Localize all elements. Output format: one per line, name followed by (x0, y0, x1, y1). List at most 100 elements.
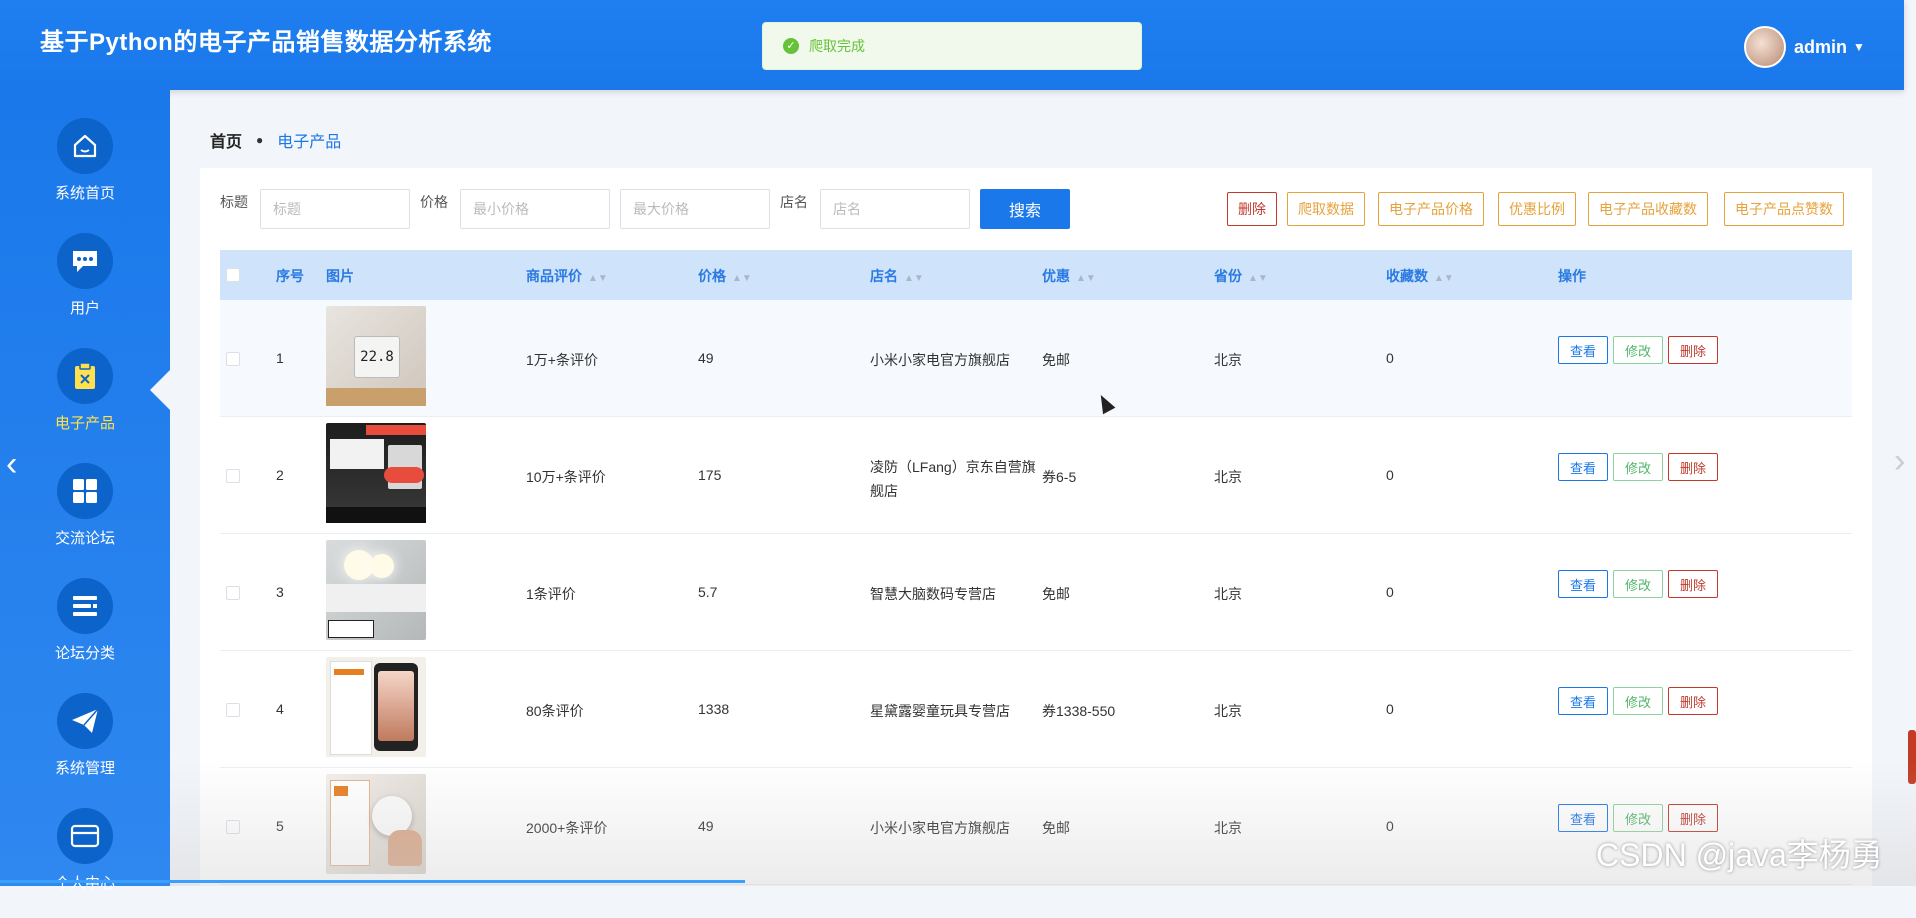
clipboard-icon[interactable] (57, 348, 113, 404)
search-button[interactable]: 搜索 (980, 189, 1070, 229)
sidebar-item-label: 交流论坛 (54, 530, 115, 547)
sidebar-item-forum-category[interactable]: 论坛分类 (0, 578, 170, 688)
cell-no: 5 (276, 818, 284, 834)
col-image: 图片 (326, 268, 354, 284)
view-button[interactable]: 查看 (1558, 687, 1608, 715)
cell-province: 北京 (1214, 469, 1242, 485)
col-price[interactable]: 价格 ▲▼ (698, 266, 752, 286)
table-header: 序号 图片 商品评价 ▲▼ 价格 ▲▼ 店名 ▲▼ 优惠 ▲▼ 省份 ▲▼ 收藏数 ▲▼ 操… (220, 250, 1852, 300)
discount-ratio-button[interactable]: 优惠比例 (1498, 192, 1576, 226)
sidebar: 系统首页 用户 电子产品 交流论坛 论坛分类 系统管理 个人中心 (0, 90, 170, 892)
sidebar-item-forum[interactable]: 交流论坛 (0, 463, 170, 573)
view-button[interactable]: 查看 (1558, 570, 1608, 598)
toast-message: 爬取完成 (809, 38, 865, 54)
cell-review: 1万+条评价 (526, 352, 598, 368)
content-panel: 标题 价格 店名 搜索 删除 爬取数据 电子产品价格 优惠比例 电子产品收藏数 … (200, 168, 1872, 886)
cell-discount: 券1338-550 (1042, 703, 1116, 719)
crawl-data-button[interactable]: 爬取数据 (1287, 192, 1365, 226)
row-checkbox[interactable] (226, 586, 240, 600)
batch-delete-button[interactable]: 删除 (1227, 192, 1277, 226)
username[interactable]: admin (1794, 37, 1847, 58)
table-row: 1 22.8 1万+条评价 49 小米小家电官方旗舰店 免邮 北京 0 查看 修… (220, 300, 1852, 417)
delete-button[interactable]: 删除 (1668, 453, 1718, 481)
caret-down-icon[interactable]: ▼ (1853, 40, 1865, 54)
sort-icon: ▲▼ (1248, 273, 1268, 284)
row-checkbox[interactable] (226, 352, 240, 366)
table-row: 3 1条评价 5.7 智慧大脑数码专营店 免邮 北京 0 查看 修改 删除 (220, 534, 1852, 651)
cell-price: 175 (698, 467, 722, 483)
sidebar-item-system[interactable]: 系统管理 (0, 693, 170, 803)
list-icon[interactable] (57, 578, 113, 634)
col-province[interactable]: 省份 ▲▼ (1214, 266, 1268, 286)
delete-button[interactable]: 删除 (1668, 336, 1718, 364)
row-checkbox[interactable] (226, 703, 240, 717)
cell-shop: 小米小家电官方旗舰店 (870, 820, 1010, 836)
product-image[interactable]: 22.8 (326, 306, 426, 406)
shop-input[interactable] (820, 189, 970, 229)
cell-favorites: 0 (1386, 467, 1394, 483)
edit-button[interactable]: 修改 (1613, 570, 1663, 598)
chevron-left-icon[interactable]: ‹ (6, 445, 17, 484)
sidebar-item-users[interactable]: 用户 (0, 233, 170, 343)
scroll-marker (1908, 730, 1916, 784)
sidebar-item-products[interactable]: 电子产品 (0, 348, 170, 458)
sidebar-item-home[interactable]: 系统首页 (0, 118, 170, 228)
row-checkbox[interactable] (226, 469, 240, 483)
cell-price: 49 (698, 818, 714, 834)
min-price-input[interactable] (460, 189, 610, 229)
cell-discount: 免邮 (1042, 586, 1070, 602)
cell-review: 1条评价 (526, 586, 576, 602)
row-checkbox[interactable] (226, 820, 240, 834)
price-chart-button[interactable]: 电子产品价格 (1378, 192, 1484, 226)
col-shop[interactable]: 店名 ▲▼ (870, 266, 924, 286)
app-title: 基于Python的电子产品销售数据分析系统 (40, 29, 492, 56)
delete-button[interactable]: 删除 (1668, 804, 1718, 832)
favorites-chart-button[interactable]: 电子产品收藏数 (1588, 192, 1708, 226)
table-row: 2 10万+条评价 175 凌防（LFang）京东自营旗舰店 券6-5 北京 0… (220, 417, 1852, 534)
sidebar-item-label: 系统首页 (54, 185, 115, 202)
select-all-checkbox[interactable] (226, 268, 240, 282)
view-button[interactable]: 查看 (1558, 453, 1608, 481)
cell-province: 北京 (1214, 586, 1242, 602)
edit-button[interactable]: 修改 (1613, 687, 1663, 715)
success-toast: ✓ 爬取完成 (762, 22, 1142, 70)
user-menu[interactable]: admin ▼ (1744, 26, 1865, 68)
col-review[interactable]: 商品评价 ▲▼ (526, 266, 608, 286)
cell-no: 4 (276, 701, 284, 717)
grid-icon[interactable] (57, 463, 113, 519)
home-icon[interactable] (57, 118, 113, 174)
view-button[interactable]: 查看 (1558, 804, 1608, 832)
active-indicator (150, 370, 170, 410)
view-button[interactable]: 查看 (1558, 336, 1608, 364)
title-input[interactable] (260, 189, 410, 229)
chevron-right-icon[interactable]: › (1894, 442, 1905, 481)
paper-plane-icon[interactable] (57, 693, 113, 749)
breadcrumb-home[interactable]: 首页 (210, 128, 242, 152)
col-discount[interactable]: 优惠 ▲▼ (1042, 266, 1096, 286)
chat-icon[interactable] (57, 233, 113, 289)
max-price-input[interactable] (620, 189, 770, 229)
sort-icon: ▲▼ (732, 273, 752, 284)
cell-shop: 智慧大脑数码专营店 (870, 586, 996, 602)
cell-review: 10万+条评价 (526, 469, 606, 485)
card-icon[interactable] (57, 808, 113, 864)
col-favorites[interactable]: 收藏数 ▲▼ (1386, 266, 1454, 286)
avatar[interactable] (1744, 26, 1786, 68)
table-row: 4 80条评价 1338 星黛露婴童玩具专营店 券1338-550 北京 0 查… (220, 651, 1852, 768)
product-image[interactable] (326, 540, 426, 640)
likes-chart-button[interactable]: 电子产品点赞数 (1724, 192, 1844, 226)
edit-button[interactable]: 修改 (1613, 804, 1663, 832)
product-image[interactable] (326, 657, 426, 757)
edit-button[interactable]: 修改 (1613, 336, 1663, 364)
edit-button[interactable]: 修改 (1613, 453, 1663, 481)
title-filter-label: 标题 (220, 194, 248, 210)
sort-icon: ▲▼ (1076, 273, 1096, 284)
delete-button[interactable]: 删除 (1668, 570, 1718, 598)
product-image[interactable] (326, 423, 426, 523)
delete-button[interactable]: 删除 (1668, 687, 1718, 715)
sort-icon: ▲▼ (904, 273, 924, 284)
top-header: 基于Python的电子产品销售数据分析系统 ✓ 爬取完成 admin ▼ (0, 0, 1904, 90)
product-image[interactable] (326, 774, 426, 874)
price-filter-label: 价格 (420, 194, 448, 210)
sidebar-item-profile[interactable]: 个人中心 (0, 808, 170, 918)
